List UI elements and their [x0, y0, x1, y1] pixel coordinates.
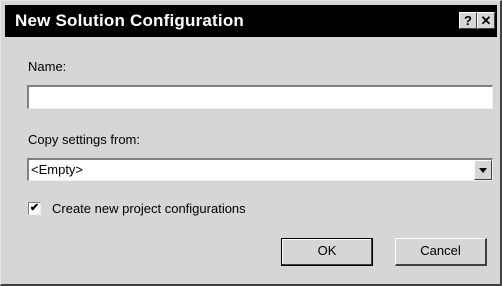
copy-settings-label-text: Copy settings from: — [28, 132, 140, 147]
create-project-configs-label[interactable]: Create new project configurations — [52, 201, 246, 216]
ok-button[interactable]: OK — [281, 238, 373, 266]
name-label: Name: — [28, 59, 66, 74]
create-project-configs-checkbox[interactable]: ✔ — [28, 202, 41, 215]
close-button[interactable]: ✕ — [477, 12, 495, 29]
cancel-button[interactable]: Cancel — [395, 238, 487, 266]
dialog-title: New Solution Configuration — [15, 11, 245, 30]
name-label-text: Name: — [28, 59, 67, 74]
chevron-down-icon — [479, 168, 487, 173]
copy-settings-selected-value: <Empty> — [31, 162, 84, 177]
title-bar[interactable]: New Solution Configuration ? ✕ — [5, 5, 497, 37]
name-input[interactable] — [27, 85, 493, 109]
new-solution-configuration-dialog: New Solution Configuration ? ✕ Name: Cop… — [0, 0, 502, 286]
dropdown-arrow-button[interactable] — [474, 160, 492, 180]
copy-settings-label: Copy settings from: — [28, 132, 140, 147]
help-button[interactable]: ? — [459, 12, 477, 29]
copy-settings-dropdown[interactable]: <Empty> — [27, 158, 493, 181]
